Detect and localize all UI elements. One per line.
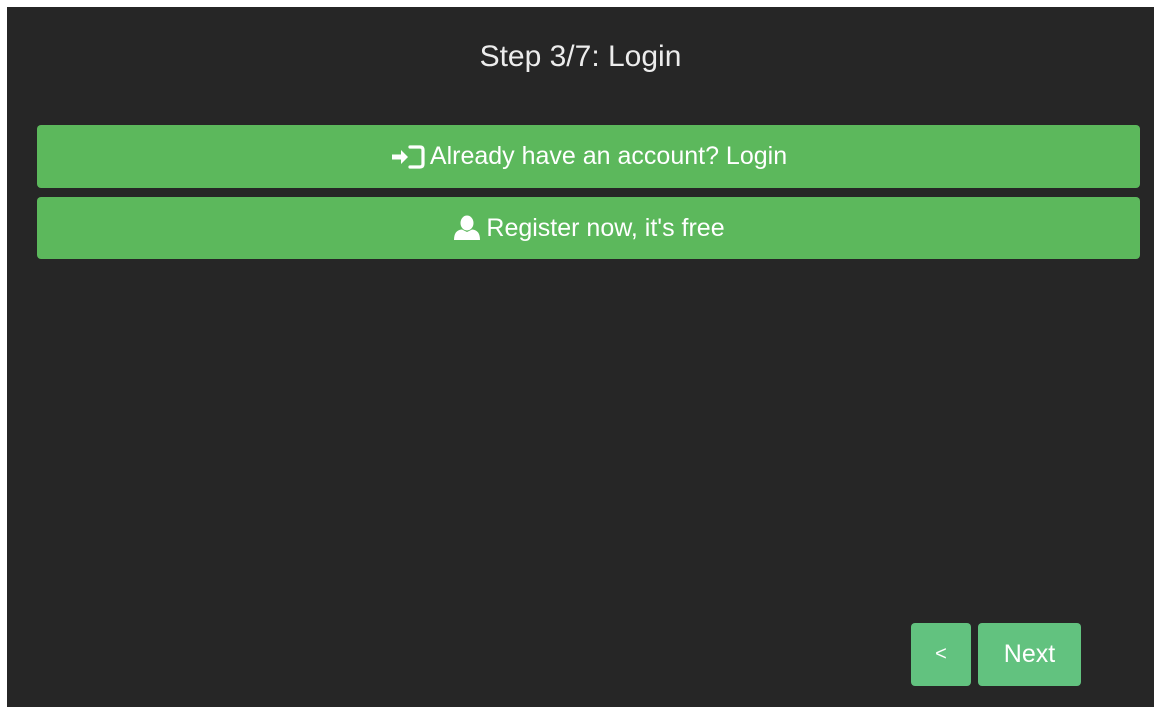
- sign-in-icon: [390, 144, 426, 170]
- register-button-label: Register now, it's free: [486, 213, 725, 242]
- login-button[interactable]: Already have an account? Login: [37, 125, 1140, 188]
- page-title: Step 3/7: Login: [479, 40, 682, 73]
- login-button-label: Already have an account? Login: [429, 142, 788, 170]
- previous-button[interactable]: <: [911, 623, 971, 686]
- register-button[interactable]: Register now, it's free: [37, 197, 1140, 259]
- next-button[interactable]: Next: [978, 623, 1081, 686]
- wizard-panel: Step 3/7: Login Already have an account?…: [7, 7, 1154, 707]
- user-icon: [452, 215, 482, 241]
